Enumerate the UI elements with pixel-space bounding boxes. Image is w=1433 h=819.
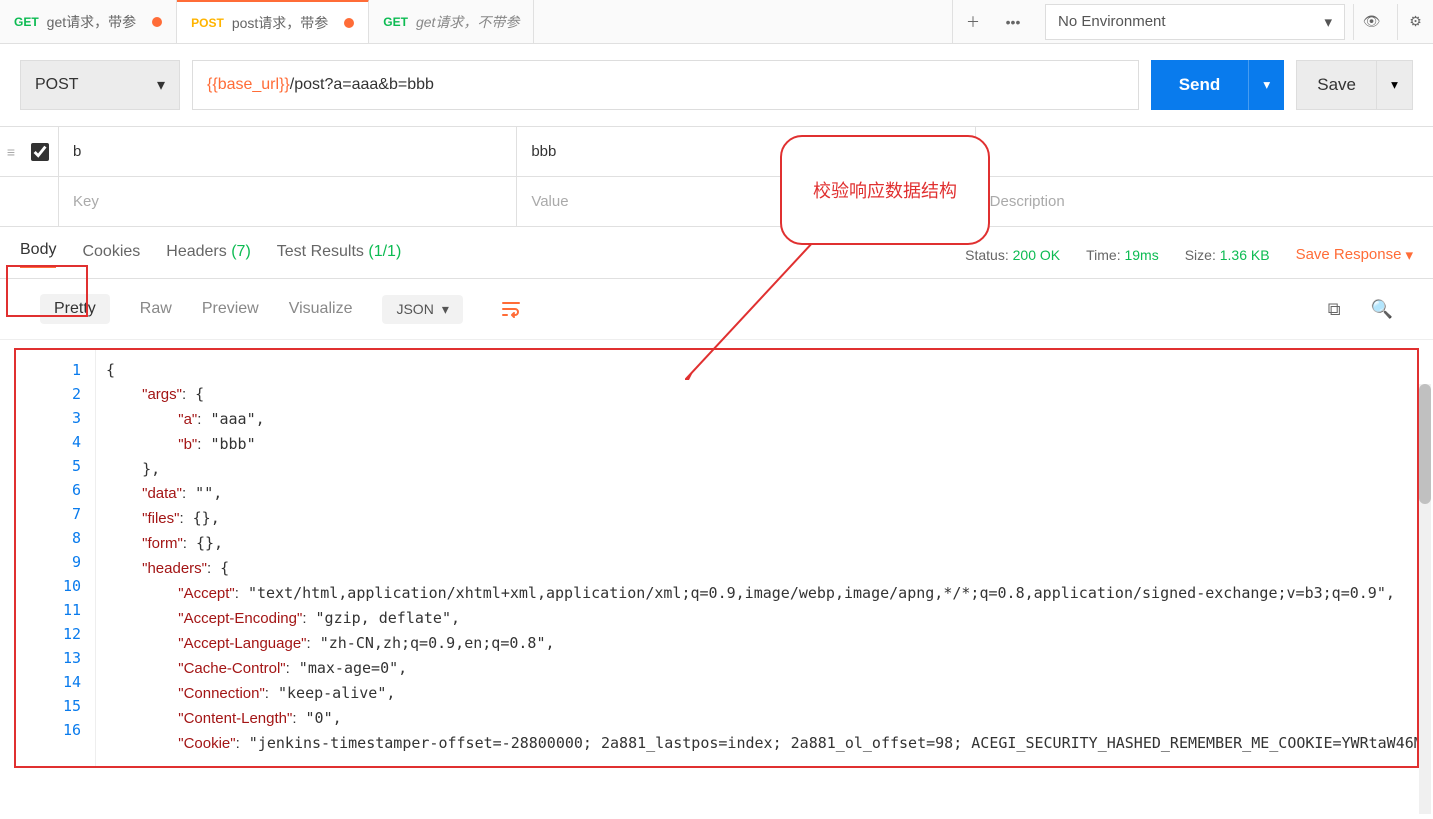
param-checkbox [22, 177, 58, 226]
view-pretty[interactable]: Pretty [40, 294, 110, 324]
tab-tests[interactable]: Test Results (1/1) [277, 243, 402, 267]
code-content[interactable]: { "args": { "a": "aaa", "b": "bbb" }, "d… [96, 350, 1417, 766]
tab-body[interactable]: Body [20, 241, 56, 268]
annotation-callout: 校验响应数据结构 [780, 135, 990, 245]
chevron-down-icon: ▾ [1263, 77, 1270, 93]
save-button[interactable]: Save [1296, 60, 1377, 110]
send-dropdown-button[interactable]: ▾ [1248, 60, 1284, 110]
param-desc-cell[interactable] [975, 127, 1433, 176]
tab-get-2[interactable]: GET get请求，不带参 [369, 0, 534, 43]
request-tabs: GET get请求，带参 POST post请求，带参 GET get请求，不带… [0, 0, 952, 43]
search-button[interactable]: 🔍 [1371, 299, 1393, 320]
environment-quicklook-button[interactable]: 👁 [1353, 4, 1389, 40]
eye-icon: 👁 [1363, 13, 1381, 30]
environment-settings-button[interactable]: ⚙ [1397, 4, 1433, 40]
response-body-box: 12345678910111213141516 { "args": { "a":… [14, 348, 1419, 768]
time-stat: Time: 19ms [1086, 247, 1159, 263]
param-row: ≡ b bbb [0, 127, 1433, 177]
drag-handle-icon [0, 177, 22, 226]
unsaved-dot-icon [152, 17, 162, 27]
save-dropdown-button[interactable]: ▾ [1377, 60, 1413, 110]
send-group: Send ▾ [1151, 60, 1285, 110]
request-row: POST ▾ {{base_url}}/post?a=aaa&b=bbb Sen… [0, 44, 1433, 127]
save-response-button[interactable]: Save Response ▾ [1296, 246, 1413, 264]
ellipsis-icon: ••• [1006, 14, 1021, 30]
method-value: POST [35, 76, 79, 94]
line-gutter: 12345678910111213141516 [16, 350, 96, 766]
method-badge: POST [191, 16, 224, 30]
method-badge: GET [383, 15, 408, 29]
param-key-cell[interactable]: b [58, 127, 516, 176]
sliders-icon: ⚙ [1409, 13, 1422, 30]
format-select[interactable]: JSON ▾ [382, 295, 462, 324]
tab-controls: ＋ ••• [952, 0, 1033, 43]
chevron-down-icon: ▾ [1405, 246, 1413, 264]
url-variable: {{base_url}} [207, 76, 290, 94]
copy-button[interactable]: ⧉ [1328, 299, 1341, 320]
copy-icon: ⧉ [1328, 299, 1341, 319]
tab-menu-button[interactable]: ••• [993, 0, 1033, 44]
plus-icon: ＋ [966, 12, 980, 32]
tab-get-1[interactable]: GET get请求，带参 [0, 0, 177, 43]
wrap-lines-button[interactable] [493, 291, 529, 327]
param-desc-placeholder[interactable]: Description [975, 177, 1433, 226]
chevron-down-icon: ▾ [1391, 77, 1398, 93]
response-header: Body Cookies Headers (7) Test Results (1… [0, 227, 1433, 279]
tab-post-active[interactable]: POST post请求，带参 [177, 0, 369, 43]
environment-label: No Environment [1058, 13, 1166, 30]
view-mode-row: Pretty Raw Preview Visualize JSON ▾ ⧉ 🔍 [0, 279, 1433, 340]
drag-handle-icon[interactable]: ≡ [0, 127, 22, 176]
tab-title: get请求，不带参 [416, 12, 519, 32]
search-icon: 🔍 [1371, 299, 1393, 319]
tab-title: post请求，带参 [232, 13, 328, 33]
code-area: 12345678910111213141516 { "args": { "a":… [16, 350, 1417, 766]
unsaved-dot-icon [344, 18, 354, 28]
chevron-down-icon: ▾ [442, 301, 449, 318]
param-row-empty: Key Value Description [0, 177, 1433, 227]
environment-select[interactable]: No Environment ▾ [1045, 4, 1345, 40]
url-input[interactable]: {{base_url}}/post?a=aaa&b=bbb [192, 60, 1139, 110]
chevron-down-icon: ▾ [1324, 13, 1332, 31]
wrap-icon [501, 299, 521, 319]
url-path: /post?a=aaa&b=bbb [290, 76, 434, 94]
top-bar: GET get请求，带参 POST post请求，带参 GET get请求，不带… [0, 0, 1433, 44]
checkbox-input[interactable] [31, 143, 49, 161]
status-stat: Status: 200 OK [965, 247, 1060, 263]
new-tab-button[interactable]: ＋ [953, 0, 993, 44]
tab-title: get请求，带参 [47, 12, 136, 32]
environment-area: No Environment ▾ 👁 ⚙ [1033, 0, 1433, 43]
view-preview[interactable]: Preview [202, 300, 259, 318]
save-group: Save ▾ [1296, 60, 1413, 110]
view-visualize[interactable]: Visualize [289, 300, 353, 318]
send-button[interactable]: Send [1151, 60, 1249, 110]
tab-cookies[interactable]: Cookies [82, 243, 140, 267]
size-stat: Size: 1.36 KB [1185, 247, 1270, 263]
method-select[interactable]: POST ▾ [20, 60, 180, 110]
view-raw[interactable]: Raw [140, 300, 172, 318]
scrollbar-thumb[interactable] [1419, 384, 1431, 504]
tab-headers[interactable]: Headers (7) [166, 243, 251, 267]
method-badge: GET [14, 15, 39, 29]
chevron-down-icon: ▾ [157, 75, 165, 95]
param-checkbox[interactable] [22, 127, 58, 176]
param-key-placeholder[interactable]: Key [58, 177, 516, 226]
